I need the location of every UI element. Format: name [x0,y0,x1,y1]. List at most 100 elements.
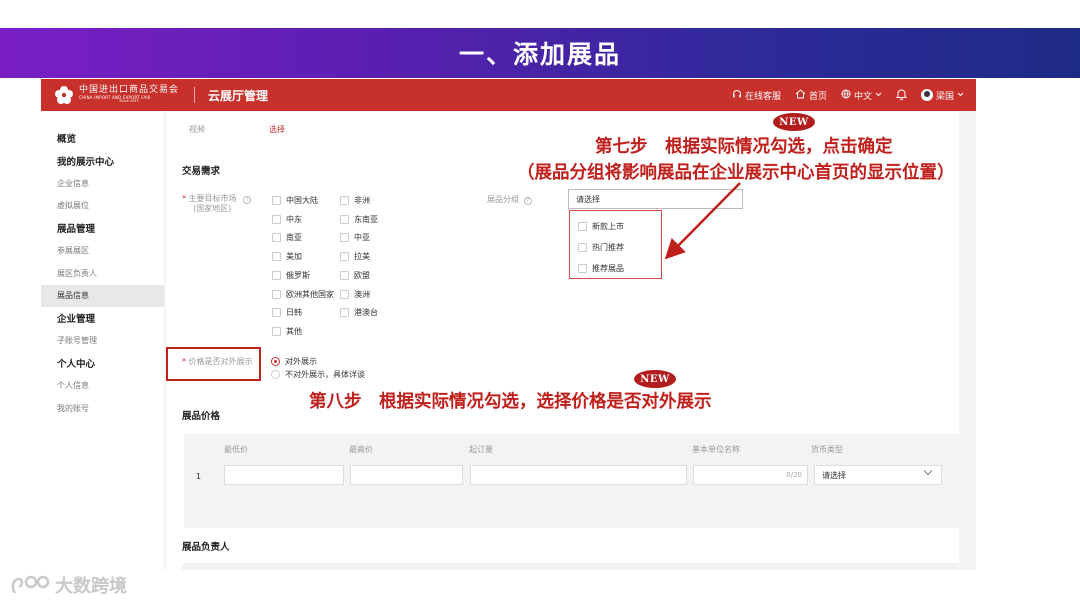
step8-text: 第八步 根据实际情况勾选，选择价格是否对外展示 [309,392,712,412]
market-checkbox[interactable]: 欧盟 [340,270,370,281]
market-checkbox[interactable]: 欧洲其他国家 [272,289,334,300]
radio-unselected [271,370,280,379]
market-checkbox[interactable]: 俄罗斯 [272,270,310,281]
market-checkbox[interactable]: 南亚 [272,232,302,243]
checkbox [340,214,349,224]
checkbox [272,214,281,224]
col-unit: 基本单位名称 [692,445,740,454]
sidebar-item[interactable]: 展品信息 [41,284,164,307]
sidebar-item[interactable]: 企业信息 [41,172,164,195]
group-select[interactable]: 请选择 [568,189,743,209]
price-visible-label: * 价格是否对外展示 [182,357,253,366]
checkbox [272,233,281,243]
checkbox [272,326,281,336]
checkbox [578,243,587,252]
sidebar-item[interactable]: 个人中心 [41,352,164,375]
checkbox [340,289,349,299]
price-section-title: 展品价格 [182,411,221,422]
chevron-down-icon [875,90,882,100]
video-select-link[interactable]: 选择 [269,124,285,135]
col-min-price: 最低价 [224,445,248,454]
market-checkbox[interactable]: 其他 [272,326,302,337]
watermark-logo-icon [9,573,51,597]
currency-select[interactable]: 请选择 [814,465,942,485]
group-option[interactable]: 推荐展品 [570,258,661,279]
sidebar-item[interactable]: 展品管理 [41,217,164,240]
market-checkbox[interactable]: 拉美 [340,251,370,262]
col-max-price: 最高价 [349,445,373,454]
sidebar-item[interactable]: 参展展区 [41,240,164,263]
checkbox [272,308,281,318]
online-service-link[interactable]: 在线客服 [732,89,781,102]
checkbox [340,233,349,243]
col-moq: 起订量 [469,445,493,454]
checkbox [578,222,587,231]
row-index: 1 [196,472,202,481]
market-checkbox[interactable]: 日韩 [272,307,302,318]
market-checkbox[interactable]: 中东 [272,214,302,225]
price-radio-private[interactable]: 不对外展示，具体详谈 [271,369,365,380]
step7-line1: 第七步 根据实际情况勾选，点击确定 [595,137,893,157]
app-header: 中国进出口商品交易会 CHINA IMPORT AND EXPORT FAIR … [41,79,976,111]
market-label: * 主要目标市场 ? (国家地区) [182,194,252,214]
help-icon[interactable]: ? [243,196,252,204]
watermark-text: 大数跨境 [55,576,127,597]
slide-banner: 一、添加展品 [0,28,1080,78]
radio-selected [271,357,280,366]
slide-title: 一、添加展品 [458,40,621,69]
header-divider [194,87,196,103]
checkbox [340,270,349,280]
new-badge: NEW [773,113,815,131]
col-currency: 货币类型 [811,445,843,454]
help-icon[interactable]: ? [523,197,532,205]
trade-section-title: 交易需求 [182,166,221,177]
price-radio-public[interactable]: 对外展示 [271,356,317,367]
header-actions: 在线客服 首页 中文 梁国 [732,88,964,103]
checkbox [272,196,281,205]
market-checkbox[interactable]: 非洲 [340,195,370,206]
unit-input[interactable]: 0/20 [693,465,808,485]
watermark: 大数跨境 [9,572,127,598]
sidebar-item[interactable]: 虚拟展位 [41,195,164,218]
step7-line2: （展品分组将影响展品在企业展示中心首页的显示位置） [517,163,955,183]
new-badge: NEW [634,370,676,388]
video-label: 视频 [189,125,205,134]
group-option[interactable]: 热门推荐 [570,237,661,258]
market-checkbox[interactable]: 中国大陆 [272,195,318,206]
chevron-down-icon [923,468,933,479]
headset-icon [732,89,742,102]
checkbox [272,252,281,262]
sidebar-item[interactable]: 展区负责人 [41,262,164,285]
logo-text: 中国进出口商品交易会 CHINA IMPORT AND EXPORT FAIR … [79,85,180,104]
sidebar-item[interactable]: 我的展示中心 [41,150,164,173]
sidebar-item[interactable]: 企业管理 [41,307,164,330]
checkbox [340,252,349,262]
canton-fair-logo-icon[interactable] [54,85,74,105]
globe-icon [841,89,851,102]
owner-section-title: 展品负责人 [182,542,230,553]
group-dropdown: 新款上市 热门推荐 推荐展品 [569,210,662,279]
market-checkbox[interactable]: 港澳台 [340,307,378,318]
price-table: 最低价 最高价 起订量 基本单位名称 货币类型 1 0/20 请选择 [184,434,959,528]
market-checkbox[interactable]: 东南亚 [340,214,378,225]
moq-input[interactable] [470,465,687,485]
sidebar-item[interactable]: 概览 [41,127,164,150]
checkbox [272,289,281,299]
checkbox [340,308,349,318]
chevron-down-icon [957,90,964,100]
sidebar-item[interactable]: 我的账号 [41,397,164,420]
group-option[interactable]: 新款上市 [570,216,661,237]
min-price-input[interactable] [224,465,344,485]
sidebar-item[interactable]: 个人信息 [41,375,164,398]
language-selector[interactable]: 中文 [841,89,882,102]
market-checkbox[interactable]: 中亚 [340,232,370,243]
char-counter: 0/20 [786,471,802,479]
notifications-button[interactable] [895,88,908,103]
sidebar-menu: 概览 我的展示中心 企业信息 虚拟展位 展品管理 参展展区 展区负责人 展品信息 企业管理 子账号… [41,127,164,420]
sidebar-item[interactable]: 子账号管理 [41,330,164,353]
market-checkbox[interactable]: 美加 [272,251,302,262]
home-link[interactable]: 首页 [795,88,827,102]
user-menu[interactable]: 梁国 [920,89,964,102]
max-price-input[interactable] [350,465,463,485]
market-checkbox[interactable]: 澳洲 [340,289,370,300]
